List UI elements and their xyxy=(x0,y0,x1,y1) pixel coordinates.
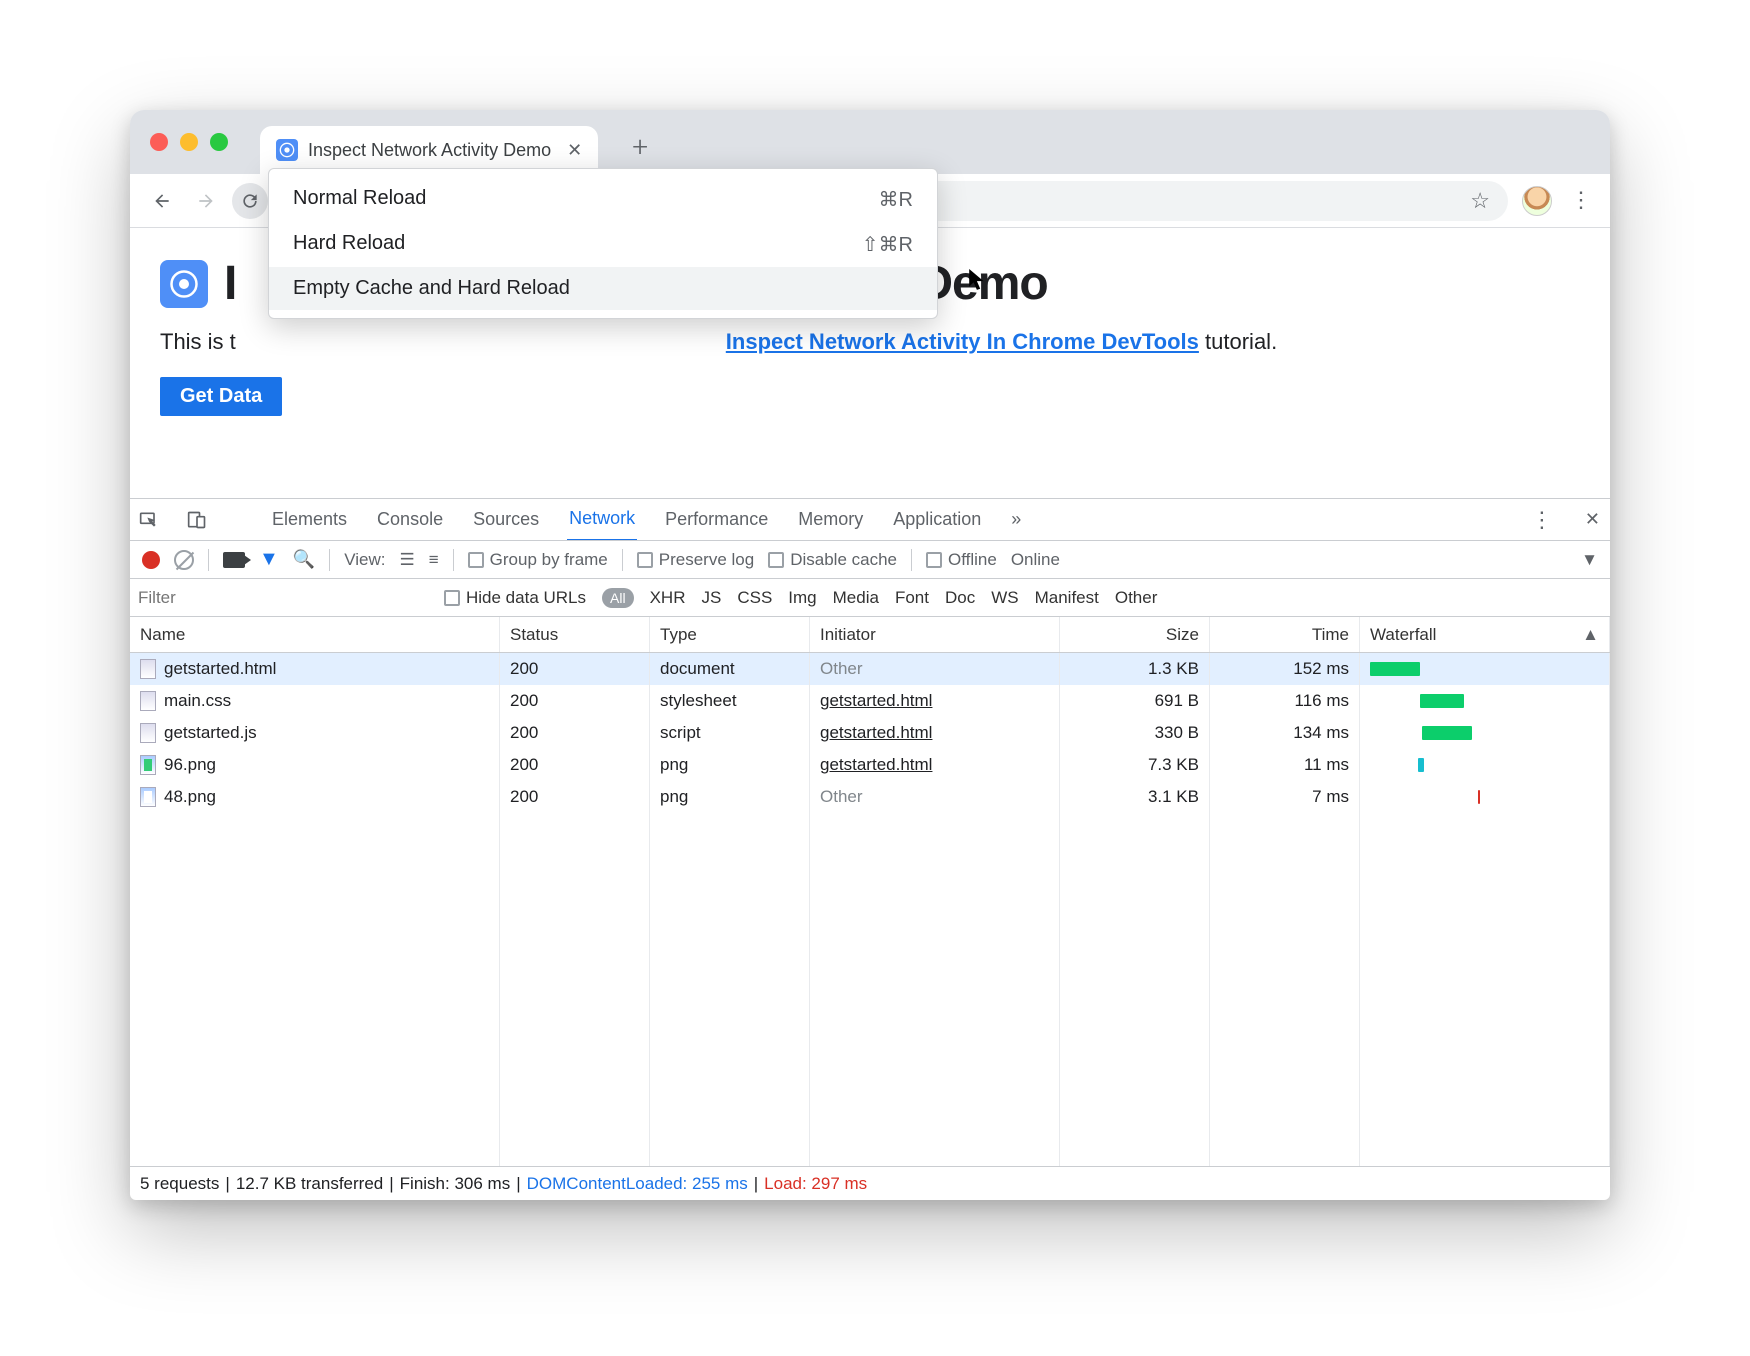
filter-manifest[interactable]: Manifest xyxy=(1035,588,1099,608)
context-menu-item[interactable]: Empty Cache and Hard Reload xyxy=(269,267,937,310)
status-requests: 5 requests xyxy=(140,1174,219,1194)
get-data-button[interactable]: Get Data xyxy=(160,377,282,416)
filter-all[interactable]: All xyxy=(602,588,634,608)
table-row[interactable]: getstarted.html200documentOther1.3 KB152… xyxy=(130,653,1610,685)
table-row[interactable]: 48.png200pngOther3.1 KB7 ms xyxy=(130,781,1610,813)
filter-xhr[interactable]: XHR xyxy=(650,588,686,608)
filter-media[interactable]: Media xyxy=(833,588,879,608)
network-grid: Name Status Type Initiator Size Time Wat… xyxy=(130,617,1610,1166)
reload-context-menu: Normal Reload⌘RHard Reload⇧⌘REmpty Cache… xyxy=(268,168,938,319)
tutorial-link[interactable]: Inspect Network Activity In Chrome DevTo… xyxy=(726,329,1199,354)
devtools-tabbar: Elements Console Sources Network Perform… xyxy=(130,499,1610,541)
tab-elements[interactable]: Elements xyxy=(270,499,349,540)
filter-ws[interactable]: WS xyxy=(991,588,1018,608)
grid-empty-space xyxy=(130,813,1610,1166)
table-row[interactable]: getstarted.js200scriptgetstarted.html330… xyxy=(130,717,1610,749)
file-icon xyxy=(140,787,156,807)
reload-button[interactable] xyxy=(232,183,268,219)
record-button-icon[interactable] xyxy=(142,551,160,569)
group-by-frame-checkbox[interactable]: Group by frame xyxy=(468,550,608,570)
disable-cache-checkbox[interactable]: Disable cache xyxy=(768,550,897,570)
tab-memory[interactable]: Memory xyxy=(796,499,865,540)
devtools-panel: Elements Console Sources Network Perform… xyxy=(130,498,1610,1200)
bookmark-star-icon[interactable]: ☆ xyxy=(1470,188,1490,214)
new-tab-button[interactable]: + xyxy=(632,130,648,163)
col-status[interactable]: Status xyxy=(500,617,650,652)
tab-strip: Inspect Network Activity Demo ✕ + xyxy=(130,110,1610,174)
col-time[interactable]: Time xyxy=(1210,617,1360,652)
profile-avatar-icon[interactable] xyxy=(1522,186,1552,216)
file-icon xyxy=(140,755,156,775)
tab-title: Inspect Network Activity Demo xyxy=(308,140,551,161)
tab-console[interactable]: Console xyxy=(375,499,445,540)
file-icon xyxy=(140,691,156,711)
browser-menu-icon[interactable]: ⋮ xyxy=(1566,188,1596,213)
minimize-window-icon[interactable] xyxy=(180,133,198,151)
file-icon xyxy=(140,723,156,743)
grid-header: Name Status Type Initiator Size Time Wat… xyxy=(130,617,1610,653)
back-button[interactable] xyxy=(144,183,180,219)
page-intro: This is tInspect Network Activity In Chr… xyxy=(160,329,1580,355)
device-toggle-icon[interactable] xyxy=(186,509,208,531)
view-label: View: xyxy=(344,550,385,570)
filter-input[interactable] xyxy=(138,588,428,608)
search-icon[interactable]: 🔍 xyxy=(293,549,315,570)
browser-tab[interactable]: Inspect Network Activity Demo ✕ xyxy=(260,126,598,174)
view-list-icon[interactable]: ☰ xyxy=(399,550,414,570)
filter-css[interactable]: CSS xyxy=(737,588,772,608)
offline-checkbox[interactable]: Offline xyxy=(926,550,997,570)
col-name[interactable]: Name xyxy=(130,617,500,652)
throttle-select[interactable]: Online xyxy=(1011,550,1060,570)
maximize-window-icon[interactable] xyxy=(210,133,228,151)
tab-sources[interactable]: Sources xyxy=(471,499,541,540)
preserve-log-checkbox[interactable]: Preserve log xyxy=(637,550,754,570)
col-size[interactable]: Size xyxy=(1060,617,1210,652)
sort-arrow-icon: ▲ xyxy=(1582,625,1599,645)
filter-js[interactable]: JS xyxy=(701,588,721,608)
close-window-icon[interactable] xyxy=(150,133,168,151)
page-logo-icon xyxy=(160,260,208,308)
status-transferred: 12.7 KB transferred xyxy=(236,1174,383,1194)
tab-network[interactable]: Network xyxy=(567,499,637,541)
filter-font[interactable]: Font xyxy=(895,588,929,608)
table-row[interactable]: 96.png200pnggetstarted.html7.3 KB11 ms xyxy=(130,749,1610,781)
file-icon xyxy=(140,659,156,679)
forward-button[interactable] xyxy=(188,183,224,219)
inspect-element-icon[interactable] xyxy=(138,509,160,531)
tab-application[interactable]: Application xyxy=(891,499,983,540)
tab-close-icon[interactable]: ✕ xyxy=(567,140,582,161)
table-row[interactable]: main.css200stylesheetgetstarted.html691 … xyxy=(130,685,1610,717)
filter-other[interactable]: Other xyxy=(1115,588,1158,608)
status-finish: Finish: 306 ms xyxy=(400,1174,511,1194)
filter-toggle-icon[interactable]: ▼ xyxy=(259,548,279,571)
screenshot-icon[interactable] xyxy=(223,552,245,568)
col-initiator[interactable]: Initiator xyxy=(810,617,1060,652)
status-load: Load: 297 ms xyxy=(764,1174,867,1194)
filter-img[interactable]: Img xyxy=(788,588,816,608)
cursor-icon xyxy=(969,269,987,291)
status-dcl: DOMContentLoaded: 255 ms xyxy=(527,1174,748,1194)
devtools-menu-icon[interactable]: ⋮ xyxy=(1527,507,1557,533)
tab-performance[interactable]: Performance xyxy=(663,499,770,540)
filter-doc[interactable]: Doc xyxy=(945,588,975,608)
col-type[interactable]: Type xyxy=(650,617,810,652)
hide-data-urls-checkbox[interactable]: Hide data URLs xyxy=(444,588,586,608)
toolbar-chevron-icon[interactable]: ▼ xyxy=(1581,550,1598,570)
view-large-icon[interactable]: ≡ xyxy=(429,550,439,570)
network-toolbar: ▼ 🔍 View: ☰ ≡ Group by frame Preserve lo… xyxy=(130,541,1610,579)
context-menu-item[interactable]: Normal Reload⌘R xyxy=(269,177,937,222)
window-controls xyxy=(150,133,228,151)
status-bar: 5 requests | 12.7 KB transferred | Finis… xyxy=(130,1166,1610,1200)
col-waterfall[interactable]: Waterfall▲ xyxy=(1360,617,1610,652)
clear-button-icon[interactable] xyxy=(174,550,194,570)
favicon-icon xyxy=(276,139,298,161)
context-menu-item[interactable]: Hard Reload⇧⌘R xyxy=(269,222,937,267)
filter-bar: Hide data URLs All XHR JS CSS Img Media … xyxy=(130,579,1610,617)
tab-overflow-icon[interactable]: » xyxy=(1009,499,1023,540)
devtools-close-icon[interactable]: ✕ xyxy=(1583,499,1602,540)
